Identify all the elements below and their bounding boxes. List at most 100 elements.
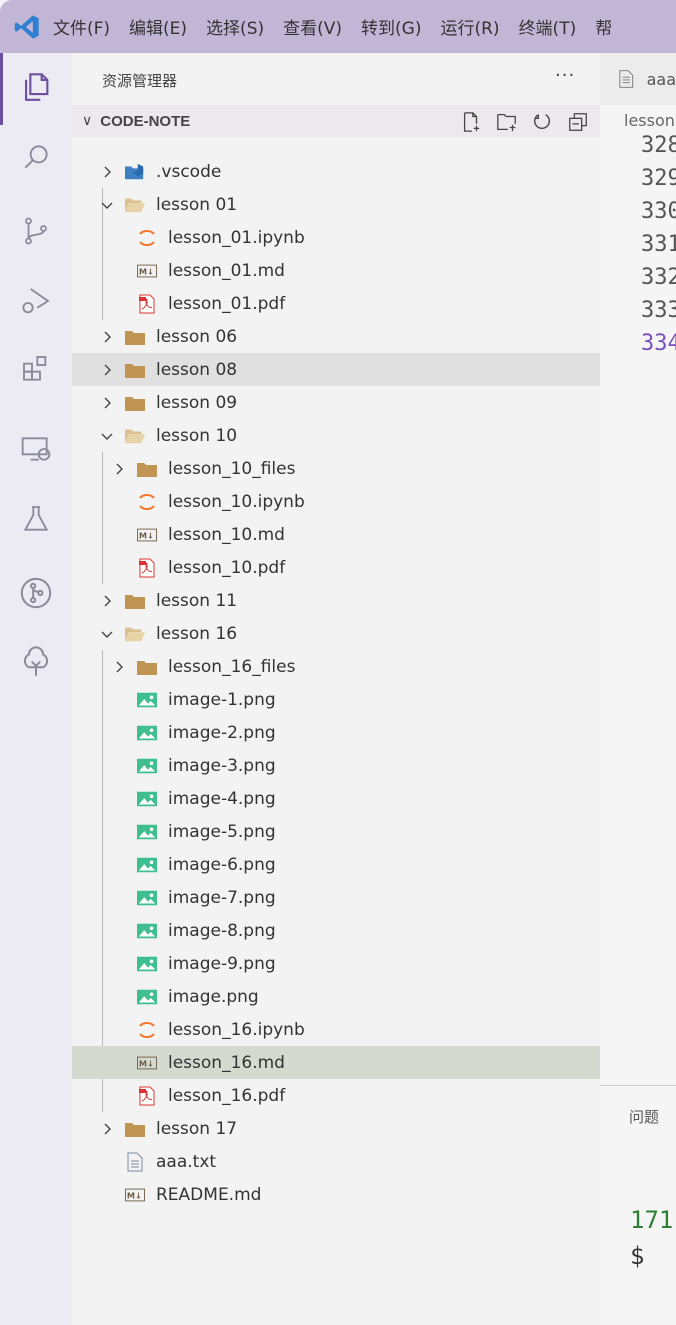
tree-item[interactable]: image-1.png <box>72 683 600 716</box>
extensions-icon[interactable] <box>16 349 56 389</box>
chevron-down-icon[interactable] <box>100 429 114 443</box>
tree-item[interactable]: M↓ README.md <box>72 1178 600 1211</box>
workspace-section-header[interactable]: ∨ CODE-NOTE <box>72 105 600 137</box>
tree-item[interactable]: lesson_01.ipynb <box>72 221 600 254</box>
new-folder-icon[interactable] <box>496 111 518 133</box>
tree-item[interactable]: lesson_16.ipynb <box>72 1013 600 1046</box>
folder-open-icon <box>125 196 145 214</box>
folder-icon <box>125 1120 145 1138</box>
line-number: 328 <box>641 133 676 158</box>
tree-item[interactable]: image-5.png <box>72 815 600 848</box>
tree-item-label: lesson 16 <box>156 623 238 644</box>
breadcrumb[interactable]: lesson <box>624 111 675 130</box>
chevron-right-icon[interactable] <box>112 462 126 476</box>
chevron-right-icon[interactable] <box>100 396 114 410</box>
tree-item[interactable]: .vscode <box>72 155 600 188</box>
new-file-icon[interactable] <box>460 111 482 133</box>
menu-item[interactable]: 文件(F) <box>53 19 110 39</box>
tree-item[interactable]: lesson 09 <box>72 386 600 419</box>
image-icon <box>137 724 157 742</box>
tree-item-label: image-4.png <box>168 788 276 809</box>
tree-item[interactable]: image-6.png <box>72 848 600 881</box>
refresh-icon[interactable] <box>531 111 553 133</box>
tree-item[interactable]: lesson 08 <box>72 353 600 386</box>
tree-item[interactable]: image-9.png <box>72 947 600 980</box>
tree-item[interactable]: image-4.png <box>72 782 600 815</box>
tree-item-label: .vscode <box>156 161 222 182</box>
chevron-right-icon[interactable] <box>100 594 114 608</box>
tree-item[interactable]: lesson 11 <box>72 584 600 617</box>
source-control-icon[interactable] <box>16 211 56 251</box>
menu-item[interactable]: 转到(G) <box>361 19 421 39</box>
tree-item[interactable]: M↓ lesson_10.md <box>72 518 600 551</box>
tree-item[interactable]: image-3.png <box>72 749 600 782</box>
folder-icon <box>125 361 145 379</box>
chevron-down-icon[interactable] <box>100 627 114 641</box>
tree-item[interactable]: image.png <box>72 980 600 1013</box>
chevron-right-icon[interactable] <box>100 165 114 179</box>
text-file-icon <box>619 70 634 88</box>
chevron-right-icon[interactable] <box>100 330 114 344</box>
tab-problems[interactable]: 问题 <box>629 1106 659 1127</box>
svg-text:M↓: M↓ <box>139 530 154 540</box>
editor-tab[interactable]: aaa <box>600 53 676 105</box>
menu-item[interactable]: 选择(S) <box>206 19 264 39</box>
activity-bar <box>0 53 72 1325</box>
menu-item[interactable]: 查看(V) <box>283 19 342 39</box>
remote-explorer-icon[interactable] <box>16 429 56 469</box>
menu-item[interactable]: 运行(R) <box>440 19 499 39</box>
chevron-right-icon[interactable] <box>100 1122 114 1136</box>
chevron-down-icon[interactable] <box>100 198 114 212</box>
tree-item[interactable]: lesson 10 <box>72 419 600 452</box>
jupyter-icon <box>137 229 157 247</box>
tree-item[interactable]: lesson 01 <box>72 188 600 221</box>
image-icon <box>137 889 157 907</box>
tree-item[interactable]: M↓ lesson_16.md <box>72 1046 600 1079</box>
chevron-right-icon[interactable] <box>100 363 114 377</box>
tree-item-label: image-9.png <box>168 953 276 974</box>
tree-item-label: image-6.png <box>168 854 276 875</box>
folder-open-icon <box>125 625 145 643</box>
tree-item[interactable]: lesson_16.pdf <box>72 1079 600 1112</box>
tree-item[interactable]: lesson_16_files <box>72 650 600 683</box>
tree-item-label: image.png <box>168 986 259 1007</box>
bottom-panel: 问题 171 $ <box>600 1085 676 1325</box>
image-icon <box>137 790 157 808</box>
terminal-output: 171 <box>630 1206 674 1234</box>
tree-item[interactable]: lesson_10_files <box>72 452 600 485</box>
tree-item[interactable]: aaa.txt <box>72 1145 600 1178</box>
folder-icon <box>125 592 145 610</box>
line-number: 330 <box>641 199 676 224</box>
terminal-prompt[interactable]: $ <box>630 1242 644 1270</box>
more-actions-button[interactable]: ··· <box>555 65 575 86</box>
menu-item[interactable]: 帮 <box>595 19 612 39</box>
testing-icon[interactable] <box>16 499 56 539</box>
tree-item[interactable]: lesson 16 <box>72 617 600 650</box>
tree-item-label: image-2.png <box>168 722 276 743</box>
line-number: 331 <box>641 232 676 257</box>
tree-item[interactable]: image-7.png <box>72 881 600 914</box>
git-graph-icon[interactable] <box>16 573 56 613</box>
tree-item[interactable]: lesson 06 <box>72 320 600 353</box>
tree-item[interactable]: lesson 17 <box>72 1112 600 1145</box>
tree-item[interactable]: image-2.png <box>72 716 600 749</box>
explorer-icon[interactable] <box>16 67 56 107</box>
search-icon[interactable] <box>16 137 56 177</box>
menu-item[interactable]: 终端(T) <box>519 19 577 39</box>
image-icon <box>137 988 157 1006</box>
tree-item[interactable]: lesson_10.ipynb <box>72 485 600 518</box>
jupyter-icon <box>137 1021 157 1039</box>
tree-item[interactable]: lesson_10.pdf <box>72 551 600 584</box>
tree-item-label: lesson_01.pdf <box>168 293 286 314</box>
tree-item[interactable]: image-8.png <box>72 914 600 947</box>
chevron-right-icon[interactable] <box>112 660 126 674</box>
menu-item[interactable]: 编辑(E) <box>129 19 187 39</box>
tree-icon[interactable] <box>16 643 56 683</box>
run-debug-icon[interactable] <box>16 281 56 321</box>
pdf-icon <box>137 294 157 313</box>
workspace-name: CODE-NOTE <box>100 112 191 130</box>
tree-item[interactable]: M↓ lesson_01.md <box>72 254 600 287</box>
collapse-all-icon[interactable] <box>567 111 589 133</box>
tree-item[interactable]: lesson_01.pdf <box>72 287 600 320</box>
tree-item-label: lesson 06 <box>156 326 238 347</box>
